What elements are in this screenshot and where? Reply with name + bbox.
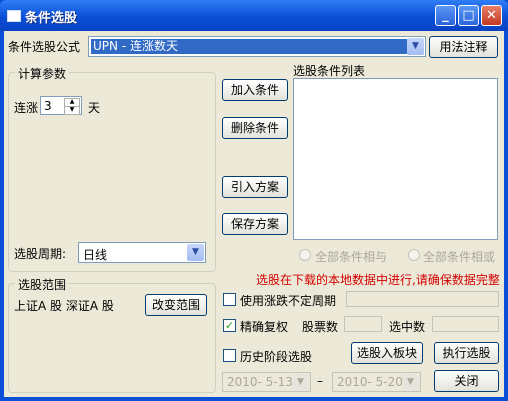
- spin-down-icon[interactable]: ▼: [64, 106, 80, 115]
- period-field[interactable]: [346, 291, 499, 307]
- restore-check-label: 精确复权: [240, 320, 289, 334]
- start-date-picker[interactable]: 2010- 5-13 ▼: [222, 372, 311, 392]
- param-unit: 天: [88, 101, 101, 115]
- period-check-label: 使用涨跌不定周期: [240, 294, 337, 308]
- scope-text: 上证A 股 深证A 股: [14, 299, 114, 313]
- selected-count-field: [432, 316, 499, 332]
- window-title: 条件选股: [25, 11, 78, 26]
- end-date-value: 2010- 5-20: [337, 375, 403, 389]
- restore-checkbox[interactable]: ✓: [223, 319, 236, 332]
- period-select[interactable]: 日线 ▼: [78, 242, 206, 263]
- maximize-icon: □: [462, 8, 475, 23]
- params-group: 计算参数 连涨 3 ▲ ▼ 天 选股周期: 日线 ▼: [8, 65, 216, 272]
- scope-legend: 选股范围: [15, 276, 70, 293]
- help-button[interactable]: 用法注释: [429, 36, 498, 58]
- scope-group: 选股范围 上证A 股 深证A 股 改变范围: [8, 276, 216, 393]
- add-condition-button[interactable]: 加入条件: [222, 79, 288, 101]
- maximize-button[interactable]: □: [458, 5, 479, 26]
- chevron-down-icon[interactable]: ▼: [292, 374, 309, 390]
- title-bar[interactable]: 条件选股 _ □ ✕: [0, 0, 508, 31]
- formula-value: UPN - 连涨数天: [91, 39, 409, 54]
- logic-or-label: 全部条件相或: [423, 250, 496, 264]
- history-check-label: 历史阶段选股: [240, 350, 313, 364]
- period-checkbox[interactable]: [223, 293, 236, 306]
- data-warning: 选股在下载的本地数据中进行,请确保数据完整: [256, 273, 500, 287]
- app-icon: [7, 10, 21, 22]
- param-stepper[interactable]: 3 ▲ ▼: [40, 96, 82, 115]
- params-legend: 计算参数: [15, 65, 70, 82]
- logic-or-radio[interactable]: [408, 249, 420, 261]
- chevron-down-icon[interactable]: ▼: [187, 244, 204, 261]
- dialog-body: 条件选股公式 UPN - 连涨数天 ▼ 用法注释 计算参数 连涨 3 ▲ ▼ 天…: [4, 31, 504, 397]
- selected-count-label: 选中数: [389, 320, 426, 334]
- close-button[interactable]: 关闭: [434, 370, 499, 392]
- condition-list-label: 选股条件列表: [293, 64, 366, 78]
- minimize-button[interactable]: _: [435, 5, 456, 26]
- start-date-value: 2010- 5-13: [227, 375, 293, 389]
- save-scheme-button[interactable]: 保存方案: [222, 213, 288, 235]
- condition-list[interactable]: [293, 78, 498, 240]
- param-value: 3: [44, 99, 52, 113]
- select-to-block-button[interactable]: 选股入板块: [351, 342, 423, 364]
- period-label: 选股周期:: [14, 247, 67, 261]
- minimize-icon: _: [442, 8, 449, 23]
- import-scheme-button[interactable]: 引入方案: [222, 176, 288, 198]
- stock-count-label: 股票数: [302, 320, 339, 334]
- date-separator: –: [317, 374, 323, 388]
- change-scope-button[interactable]: 改变范围: [145, 294, 207, 316]
- close-icon: ✕: [486, 8, 497, 23]
- period-value: 日线: [83, 248, 108, 262]
- formula-label: 条件选股公式: [8, 40, 81, 54]
- window: 条件选股 _ □ ✕ 条件选股公式 UPN - 连涨数天 ▼ 用法注释 计算参数…: [0, 0, 508, 401]
- execute-button[interactable]: 执行选股: [434, 342, 499, 364]
- close-window-button[interactable]: ✕: [481, 5, 502, 26]
- chevron-down-icon[interactable]: ▼: [407, 38, 424, 55]
- param-label: 连涨: [14, 101, 39, 115]
- logic-and-label: 全部条件相与: [315, 250, 388, 264]
- formula-select[interactable]: UPN - 连涨数天 ▼: [88, 36, 426, 57]
- end-date-picker[interactable]: 2010- 5-20 ▼: [332, 372, 421, 392]
- stock-count-field: [344, 316, 382, 332]
- delete-condition-button[interactable]: 删除条件: [222, 117, 288, 139]
- chevron-down-icon[interactable]: ▼: [402, 374, 419, 390]
- logic-and-radio[interactable]: [299, 249, 311, 261]
- history-checkbox[interactable]: [223, 349, 236, 362]
